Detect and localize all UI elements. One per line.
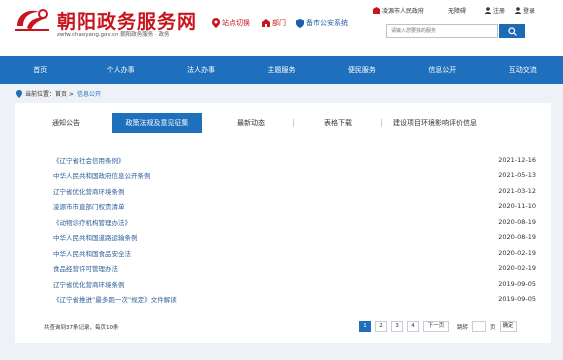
list-item[interactable]: 辽宁省优化营商环境条例 2021-03-12 — [15, 183, 551, 199]
next-page-button[interactable]: 下一页 — [423, 321, 449, 332]
location-icon — [16, 89, 22, 98]
item-date: 2020-08-19 — [498, 233, 536, 242]
location-pin-icon — [212, 18, 220, 28]
site-switch-link[interactable]: 站点切换 — [212, 18, 250, 28]
user-icon — [485, 7, 491, 14]
nav-info-public[interactable]: 信息公开 — [402, 56, 482, 84]
tab-news[interactable]: 最新动态 — [220, 113, 282, 133]
policy-list: 《辽宁省社会信用条例》 2021-12-16 中华人民共和国政府信息公开条例 202… — [15, 152, 551, 307]
accessibility-label: 无障碍 — [448, 8, 467, 15]
item-title[interactable]: 中华人民共和国政府信息公开条例 — [53, 170, 151, 180]
breadcrumb-current[interactable]: 信息公开 — [77, 89, 101, 98]
item-date: 2019-09-05 — [498, 279, 536, 288]
list-item[interactable]: 食品经营许可管理办法 2020-02-19 — [15, 261, 551, 277]
emblem-icon — [373, 7, 380, 14]
tab-divider — [293, 119, 294, 127]
login-link[interactable]: 登录 — [515, 6, 535, 15]
list-item[interactable]: 《辽宁省社会信用条例》 2021-12-16 — [15, 152, 551, 168]
item-title[interactable]: 《辽宁省推进“最多跑一次”规定》文件解读 — [53, 294, 177, 304]
department-link[interactable]: 部门 — [262, 18, 286, 28]
item-title[interactable]: 辽宁省优化营商环境条例 — [53, 186, 125, 196]
tab-downloads[interactable]: 表格下载 — [307, 113, 369, 133]
item-title[interactable]: 食品经营许可管理办法 — [53, 263, 118, 273]
item-title[interactable]: 中华人民共和国食品安全法 — [53, 248, 131, 258]
item-title[interactable]: 中华人民共和国道路运输条例 — [53, 232, 138, 242]
nav-theme[interactable]: 主题服务 — [241, 56, 321, 84]
item-title[interactable]: 凌源市市直部门权责清单 — [53, 201, 125, 211]
goto-confirm-button[interactable]: 确定 — [499, 321, 517, 332]
nav-corporate[interactable]: 法人办事 — [161, 56, 241, 84]
main-nav: 首页 个人办事 法人办事 主题服务 便民服务 信息公开 互动交流 — [0, 56, 563, 84]
nav-convenience[interactable]: 便民服务 — [322, 56, 402, 84]
register-label: 注册 — [493, 8, 506, 15]
shield-icon — [296, 18, 304, 28]
department-label: 部门 — [272, 19, 286, 27]
goto-label: 跳转 — [457, 324, 469, 331]
item-date: 2021-05-13 — [498, 171, 536, 180]
page-2-button[interactable]: 2 — [375, 321, 387, 332]
tab-notices[interactable]: 通知公告 — [35, 113, 97, 133]
page-4-button[interactable]: 4 — [407, 321, 419, 332]
register-link[interactable]: 注册 — [485, 6, 505, 15]
content-panel: 通知公告 政策法规及意见征集 最新动态 表格下载 建设项目环境影响评价信息 《辽… — [15, 103, 551, 343]
building-icon — [262, 19, 270, 27]
item-title[interactable]: 《辽宁省社会信用条例》 — [53, 155, 125, 165]
list-item[interactable]: 凌源市市直部门权责清单 2020-11-10 — [15, 199, 551, 215]
goto-page-input[interactable] — [472, 321, 487, 332]
list-item[interactable]: 《动物诊疗机构管理办法》 2020-08-19 — [15, 214, 551, 230]
item-title[interactable]: 辽宁省优化营商环境条例 — [53, 279, 125, 289]
pagination: 1 2 3 4 下一页 跳转 页 确定 — [359, 321, 521, 332]
item-date: 2020-02-19 — [498, 248, 536, 257]
breadcrumb: 当前位置：首页 > 信息公开 — [16, 89, 101, 98]
tab-policies[interactable]: 政策法规及意见征集 — [112, 113, 202, 133]
site-switch-label: 站点切换 — [222, 19, 250, 27]
item-date: 2019-09-05 — [498, 295, 536, 304]
accessibility-link[interactable]: 无障碍 — [448, 6, 466, 15]
search-icon — [507, 26, 517, 36]
tab-eia[interactable]: 建设项目环境影响评价信息 — [385, 113, 485, 133]
search-input[interactable] — [386, 24, 498, 38]
item-date: 2020-02-19 — [498, 264, 536, 273]
search-button[interactable] — [499, 24, 525, 38]
item-title[interactable]: 《动物诊疗机构管理办法》 — [53, 217, 131, 227]
item-date: 2020-11-10 — [498, 202, 536, 211]
nav-interaction[interactable]: 互动交流 — [483, 56, 563, 84]
gov-label: 凌源市人民政府 — [382, 8, 425, 15]
nav-home[interactable]: 首页 — [0, 56, 80, 84]
item-date: 2020-08-19 — [498, 217, 536, 226]
item-date: 2021-03-12 — [498, 186, 536, 195]
logo-emblem-icon — [15, 9, 49, 31]
pager-info: 共查询到37条记录，每页10条 — [44, 325, 119, 331]
login-label: 登录 — [523, 8, 536, 15]
site-header: 朝阳政务服务网 zwfw.chaoyang.gov.cn 朝阳政务服务 · 政务… — [0, 0, 563, 56]
page-unit-label: 页 — [490, 324, 496, 331]
tab-divider — [381, 119, 382, 127]
gov-link[interactable]: 凌源市人民政府 — [373, 6, 424, 15]
nav-personal[interactable]: 个人办事 — [80, 56, 160, 84]
breadcrumb-prefix[interactable]: 当前位置：首页 > — [25, 89, 74, 98]
login-user-icon — [515, 7, 521, 14]
page-3-button[interactable]: 3 — [391, 321, 403, 332]
list-item[interactable]: 中华人民共和国食品安全法 2020-02-19 — [15, 245, 551, 261]
item-date: 2021-12-16 — [498, 155, 536, 164]
list-item[interactable]: 辽宁省优化营商环境条例 2019-09-05 — [15, 276, 551, 292]
page-1-button[interactable]: 1 — [359, 321, 371, 332]
list-item[interactable]: 中华人民共和国道路运输条例 2020-08-19 — [15, 230, 551, 246]
records-label: 备市公安系统 — [306, 19, 348, 27]
list-item[interactable]: 中华人民共和国政府信息公开条例 2021-05-13 — [15, 168, 551, 184]
list-item[interactable]: 《辽宁省推进“最多跑一次”规定》文件解读 2019-09-05 — [15, 292, 551, 308]
records-link[interactable]: 备市公安系统 — [296, 18, 348, 28]
site-subtitle: zwfw.chaoyang.gov.cn 朝阳政务服务 · 政务 — [57, 32, 170, 38]
